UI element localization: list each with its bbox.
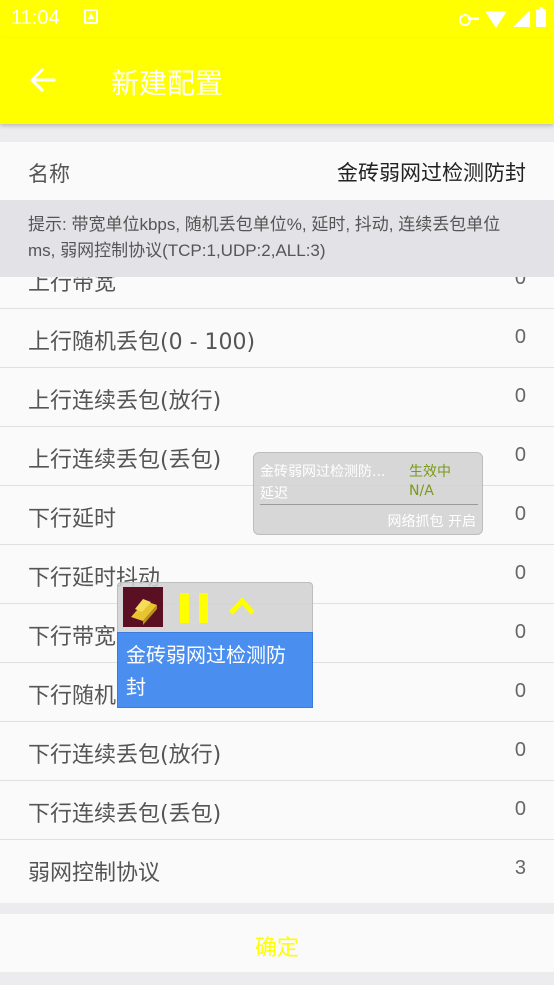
chevron-up-icon[interactable] [228,595,256,617]
setting-value[interactable]: 0 [515,444,526,467]
hint-text: 提示: 带宽单位kbps, 随机丢包单位%, 延时, 抖动, 连续丢包单位ms,… [0,200,554,277]
confirm-button[interactable]: 确定 [0,914,554,972]
battery-icon [536,7,546,27]
float-status-title: 金砖弱网过检测防... [260,464,386,480]
app-bar: 新建配置 [0,38,554,124]
pause-icon[interactable] [180,593,208,623]
float-control-widget[interactable]: 金砖弱网过检测防封 [117,582,313,708]
gold-brick-icon[interactable] [123,587,163,627]
name-value[interactable]: 金砖弱网过检测防封 [337,157,526,187]
setting-row-up-random-loss[interactable]: 上行随机丢包(0 - 100) 0 [0,309,554,368]
status-icons [459,7,546,28]
setting-row-up-burst-pass[interactable]: 上行连续丢包(放行) 0 [0,368,554,427]
setting-row-down-burst-drop[interactable]: 下行连续丢包(丢包) 0 [0,781,554,840]
name-row[interactable]: 名称 金砖弱网过检测防封 [0,142,554,200]
notification-a-icon [84,9,98,24]
setting-row-down-burst-pass[interactable]: 下行连续丢包(放行) 0 [0,722,554,781]
key-icon [459,13,479,26]
setting-label: 上行连续丢包(丢包) [28,448,222,473]
float-control-name[interactable]: 金砖弱网过检测防封 [117,632,313,708]
setting-value[interactable]: 0 [515,562,526,585]
setting-label: 弱网控制协议 [28,861,161,886]
setting-value[interactable]: 0 [515,798,526,821]
setting-value[interactable]: 0 [515,680,526,703]
float-status-delay-label: 延迟 [260,486,288,502]
status-time: 11:04 [11,7,60,29]
setting-label: 下行带宽 [28,625,117,650]
signal-icon [513,9,530,27]
back-button[interactable] [29,67,56,93]
page-title: 新建配置 [111,67,224,100]
setting-value[interactable]: 0 [515,326,526,349]
setting-label: 下行连续丢包(放行) [28,743,222,768]
setting-row-up-bandwidth[interactable]: 上行带宽 0 [0,277,554,309]
float-status-delay-value: N/A [409,483,434,499]
setting-label: 上行带宽 [28,277,117,296]
arrow-left-icon [29,67,56,93]
setting-row-protocol[interactable]: 弱网控制协议 3 [0,840,554,899]
wifi-icon [485,10,507,28]
setting-label: 上行随机丢包(0 - 100) [28,330,256,355]
float-status-capture: 网络抓包 开启 [387,514,476,530]
float-status-panel[interactable]: 金砖弱网过检测防... 生效中 延迟 N/A 网络抓包 开启 [253,452,483,535]
name-label: 名称 [28,162,70,186]
setting-value[interactable]: 0 [515,277,526,290]
setting-label: 上行连续丢包(放行) [28,389,222,414]
status-bar: 11:04 [0,0,554,38]
setting-value[interactable]: 3 [515,857,526,880]
setting-value[interactable]: 0 [515,385,526,408]
setting-value[interactable]: 0 [515,503,526,526]
confirm-label: 确定 [254,936,299,961]
setting-label: 下行连续丢包(丢包) [28,802,222,827]
float-status-state: 生效中 [409,464,451,480]
setting-label: 下行延时 [28,507,117,532]
setting-value[interactable]: 0 [515,739,526,762]
setting-value[interactable]: 0 [515,621,526,644]
float-control-bar[interactable] [117,582,313,632]
divider [260,504,478,505]
